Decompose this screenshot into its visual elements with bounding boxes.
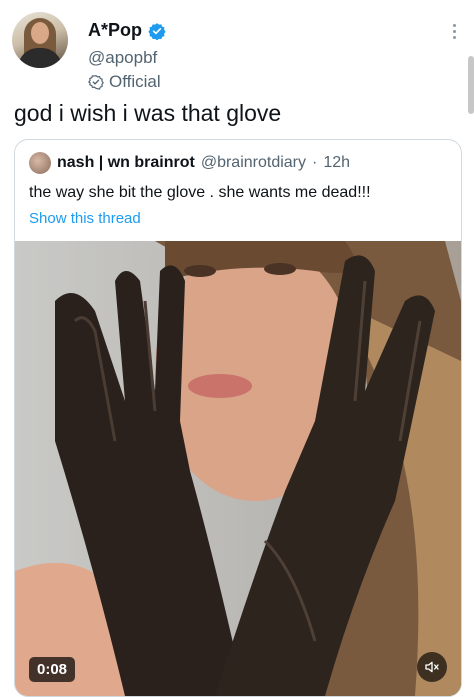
quoted-author-avatar[interactable]	[29, 152, 51, 174]
quoted-separator: ·	[312, 154, 318, 171]
quoted-author-handle[interactable]: @brainrotdiary	[201, 154, 306, 172]
mute-icon[interactable]	[417, 652, 447, 682]
author-name-row: A*Pop	[88, 20, 166, 41]
avatar-face	[31, 22, 49, 44]
quoted-timestamp[interactable]: 12h	[323, 154, 350, 172]
video-player[interactable]: 0:08	[15, 241, 461, 696]
quoted-tweet-text: the way she bit the glove . she wants me…	[29, 184, 371, 201]
author-display-name[interactable]: A*Pop	[88, 20, 142, 41]
quoted-tweet-header: nash | wn brainrot @brainrotdiary · 12h	[29, 152, 350, 174]
official-label: Official	[88, 72, 161, 92]
quoted-author-name[interactable]: nash | wn brainrot	[57, 154, 195, 172]
more-icon[interactable]	[453, 24, 456, 39]
quoted-tweet[interactable]: nash | wn brainrot @brainrotdiary · 12h …	[14, 139, 462, 697]
video-duration-badge: 0:08	[29, 657, 76, 682]
video-frame	[15, 241, 461, 696]
author-handle[interactable]: @apopbf	[88, 48, 157, 68]
tweet-text: god i wish i was that glove	[14, 100, 282, 126]
official-check-icon	[88, 75, 104, 90]
official-text: Official	[109, 72, 161, 91]
scrollbar[interactable]	[468, 56, 474, 114]
verified-badge-icon[interactable]	[148, 22, 166, 40]
author-avatar[interactable]	[12, 12, 68, 68]
show-thread-link[interactable]: Show this thread	[29, 210, 141, 227]
